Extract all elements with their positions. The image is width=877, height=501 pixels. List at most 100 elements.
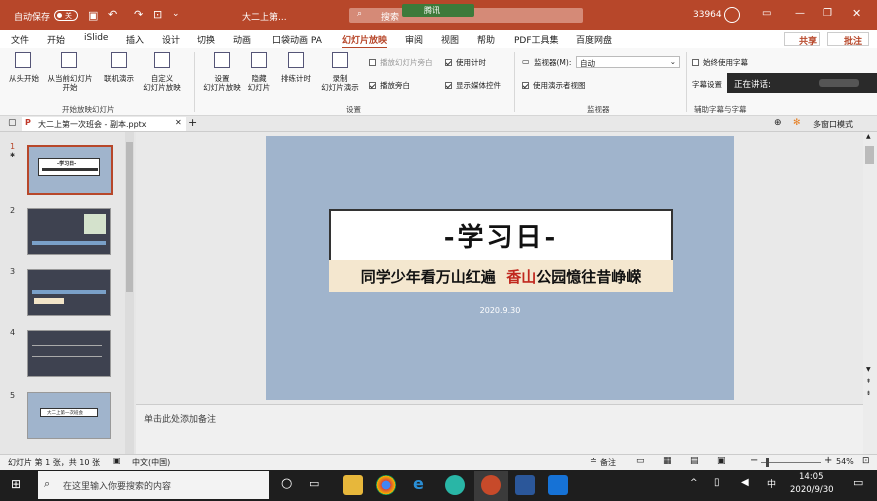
next-slide-icon[interactable]: ⇟ [866,390,871,397]
avatar[interactable] [724,7,740,23]
taskbar-search[interactable]: ⌕ 在这里输入你要搜索的内容 [38,471,269,499]
multi-window-button[interactable]: 多窗口模式 [813,119,853,130]
thumbnail-scrollbar[interactable] [125,132,134,454]
presenter-view-checkbox[interactable] [522,82,529,89]
slideshow-view-icon[interactable]: ▣ [717,456,726,466]
zoom-out-icon[interactable]: − [750,455,758,466]
normal-view-icon[interactable]: ▭ [636,456,645,466]
tab-pdf-tools[interactable]: PDF工具集 [514,33,559,46]
tab-slideshow[interactable]: 幻灯片放映 [342,33,388,49]
tab-transitions[interactable]: 切换 [197,33,215,46]
file-explorer-icon[interactable] [343,475,363,495]
rehearse-timings-button[interactable]: 排练计时 [277,74,315,83]
cortana-icon[interactable]: ○ [281,476,292,491]
status-bar: 幻灯片 第 1 张，共 10 张 ▣ 中文(中国) ≐ 备注 ▭ ▦ ▤ ▣ −… [0,454,877,470]
tab-design[interactable]: 设计 [162,33,180,46]
minimize-icon[interactable]: — [795,8,805,19]
slide-subtitle-highlight: 香山 [506,268,537,286]
slide-thumbnail[interactable]: -学习日- [27,145,113,195]
maximize-icon[interactable]: ❐ [823,8,832,19]
slide-thumbnail[interactable] [27,330,111,377]
reading-view-icon[interactable]: ▤ [690,456,699,466]
ime-icon[interactable]: 中 [767,477,776,490]
tab-insert[interactable]: 插入 [126,33,144,46]
group-captions: 辅助字幕与字幕 [694,105,747,114]
tab-view[interactable]: 视图 [441,33,459,46]
task-view-icon[interactable]: ▭ [309,477,319,490]
divider [514,52,515,112]
play-narration-checkbox[interactable] [369,82,376,89]
chrome-icon[interactable] [376,475,396,495]
zoom-level[interactable]: 54% [836,457,854,466]
tab-help[interactable]: 帮助 [477,33,495,46]
subtitle-settings-button[interactable]: 字幕设置 [692,80,722,89]
present-icon[interactable]: ⊡ [153,8,162,21]
from-start-button[interactable]: 从头开始 [6,74,42,83]
clock-time[interactable]: 14:05 [799,472,824,482]
word-icon[interactable] [515,475,535,495]
meeting-app-icon[interactable] [548,475,568,495]
slide-thumbnail[interactable] [27,269,111,316]
meeting-badge[interactable]: 腾讯 [402,4,474,17]
scroll-thumb[interactable] [865,146,874,164]
slide-title-box[interactable]: -学习日- 同学少年看万山红遍 香山公园憶往昔峥嵘 [329,209,673,292]
slide-thumbnail[interactable]: 大二上第一次班会 [27,392,111,439]
hide-slide-button[interactable]: 隐藏 [243,74,275,83]
edge-icon[interactable]: e [413,474,424,493]
action-center-icon[interactable]: ▭ [853,476,863,489]
comments-button[interactable]: 批注 [827,32,869,47]
tab-review[interactable]: 审阅 [405,33,423,46]
tab-baidu-pan[interactable]: 百度网盘 [576,33,612,46]
tab-pocket-animation[interactable]: 口袋动画 PA [272,33,322,46]
from-current-button[interactable]: 从当前幻灯片 [44,74,96,83]
tab-animations[interactable]: 动画 [233,33,251,46]
previous-slide-icon[interactable]: ⇞ [866,378,871,385]
translate-icon[interactable]: ⊕ [774,118,782,128]
thumbnail-scroll-thumb[interactable] [126,142,133,292]
spelling-icon[interactable]: ▣ [113,456,121,465]
customize-qat-icon[interactable]: ⌄ [172,9,180,19]
use-timings-checkbox[interactable] [445,59,452,66]
notifications-chevron-icon[interactable]: ^ [690,478,698,488]
settings-icon[interactable]: ✻ [793,118,801,128]
tab-islide[interactable]: iSlide [84,33,108,43]
always-subtitles-checkbox[interactable] [692,59,699,66]
zoom-slider[interactable] [761,462,821,463]
add-tab-icon[interactable]: + [188,116,197,129]
close-icon[interactable]: ✕ [852,7,861,20]
save-icon[interactable]: ▣ [88,9,98,22]
share-button[interactable]: 共享 [784,32,820,47]
narration-checkbox[interactable] [369,59,376,66]
monitor-select[interactable]: 自动 ⌄ [576,56,680,68]
tab-file[interactable]: 文件 [11,33,29,46]
setup-show-button[interactable]: 设置 [200,74,244,83]
slide-thumbnail[interactable] [27,208,111,255]
scroll-down-icon[interactable]: ▼ [866,366,871,373]
language-indicator[interactable]: 中文(中国) [132,457,170,468]
browser-app-icon[interactable] [445,475,465,495]
ribbon-display-icon[interactable]: ▭ [762,8,771,19]
windows-start-icon[interactable]: ⊞ [11,477,21,491]
record-button[interactable]: 录制 [322,74,358,83]
document-tab[interactable]: P 大二上第一次班会 - 副本.pptx ✕ [22,117,186,131]
undo-icon[interactable]: ↶ [108,8,117,21]
vertical-scrollbar[interactable]: ▲ ▼ ⇞ ⇟ [863,132,877,454]
custom-show-button[interactable]: 自定义 [140,74,184,83]
powerpoint-taskbar-active[interactable] [474,471,508,501]
sorter-view-icon[interactable]: ▦ [663,456,672,466]
network-icon[interactable]: ▯ [714,477,720,488]
volume-icon[interactable]: ◀ [741,477,749,488]
scroll-up-icon[interactable]: ▲ [866,133,871,140]
close-tab-icon[interactable]: ✕ [175,118,182,127]
online-present-button[interactable]: 联机演示 [100,74,138,83]
zoom-in-icon[interactable]: + [824,455,832,466]
clock-date[interactable]: 2020/9/30 [790,485,834,495]
media-controls-checkbox[interactable] [445,82,452,89]
zoom-slider-thumb[interactable] [766,458,769,467]
fit-slide-icon[interactable]: ⊡ [862,456,870,466]
notes-pane[interactable]: 单击此处添加备注 [136,404,863,454]
notes-toggle[interactable]: 备注 [600,457,616,468]
redo-icon[interactable]: ↷ [134,8,143,21]
autosave-toggle[interactable]: 关 [54,10,78,21]
tab-home[interactable]: 开始 [47,33,65,46]
